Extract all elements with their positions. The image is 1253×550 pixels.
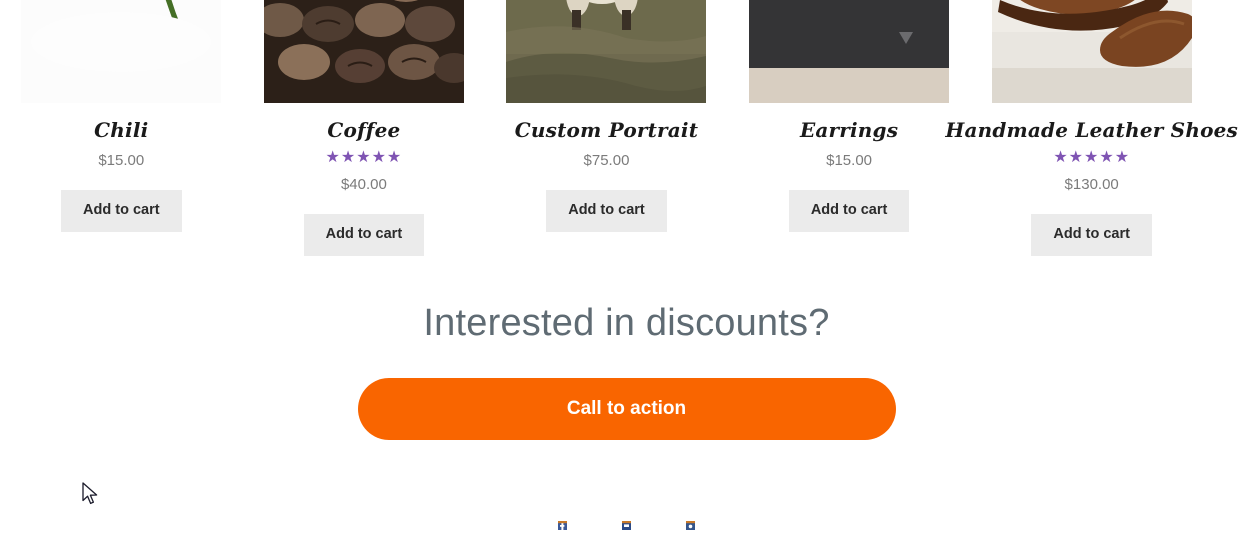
product-image-chili[interactable] [21, 0, 222, 103]
product-title[interactable]: Handmade Leather Shoes [941, 103, 1242, 142]
product-card[interactable]: Custom Portrait $75.00 Add to cart [485, 0, 728, 232]
storefront-page: Chili $15.00 Add to cart Coffee ★★★★★ $4… [0, 0, 1253, 550]
mouse-cursor [82, 482, 100, 506]
cta-heading: Interested in discounts? [423, 302, 830, 344]
product-price: $15.00 [826, 152, 873, 169]
product-image-earrings[interactable] [749, 0, 950, 103]
instagram-icon[interactable] [686, 521, 695, 530]
add-to-cart-button[interactable]: Add to cart [61, 190, 182, 232]
product-grid: Chili $15.00 Add to cart Coffee ★★★★★ $4… [0, 0, 1253, 256]
call-to-action-button[interactable]: Call to action [357, 377, 896, 441]
twitter-icon[interactable] [622, 521, 631, 530]
product-price: $40.00 [340, 176, 387, 193]
product-image-leather-shoes[interactable] [991, 0, 1192, 103]
product-card[interactable]: Coffee ★★★★★ $40.00 Add to cart [243, 0, 486, 256]
product-title[interactable]: Earrings [796, 103, 902, 142]
add-to-cart-button[interactable]: Add to cart [303, 214, 425, 256]
product-card[interactable]: Chili $15.00 Add to cart [0, 0, 243, 232]
add-to-cart-button[interactable]: Add to cart [1031, 214, 1152, 256]
product-price: $130.00 [1064, 176, 1119, 193]
product-rating: ★★★★★ [1053, 149, 1131, 166]
product-title[interactable]: Coffee [323, 103, 404, 142]
add-to-cart-button[interactable]: Add to cart [546, 190, 667, 232]
product-price: $15.00 [98, 152, 145, 169]
product-image-coffee[interactable] [263, 0, 464, 103]
product-card[interactable]: Handmade Leather Shoes ★★★★★ $130.00 Add… [945, 0, 1238, 256]
product-title[interactable]: Chili [90, 103, 152, 142]
product-title[interactable]: Custom Portrait [511, 103, 702, 142]
social-links [0, 521, 1253, 530]
facebook-icon[interactable] [558, 521, 567, 530]
product-price: $75.00 [583, 152, 630, 169]
cta-section: Interested in discounts? Call to action [0, 300, 1253, 441]
product-rating: ★★★★★ [325, 149, 403, 166]
product-card[interactable]: Earrings $15.00 Add to cart [728, 0, 971, 232]
add-to-cart-button[interactable]: Add to cart [788, 190, 910, 232]
product-image-custom-portrait[interactable] [506, 0, 707, 103]
